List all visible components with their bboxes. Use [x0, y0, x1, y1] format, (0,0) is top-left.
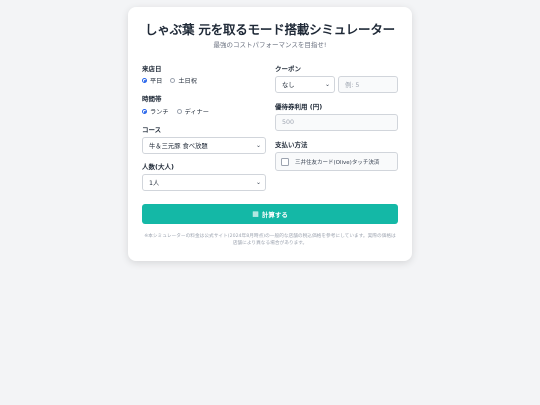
- calculator-icon: ▦: [252, 210, 259, 218]
- time-slot-label: 時間帯: [142, 95, 162, 103]
- course-select[interactable]: 牛＆三元豚 食べ放題 ⌄: [142, 137, 266, 154]
- people-label: 人数(大人): [142, 163, 174, 171]
- radio-lunch[interactable]: ランチ: [142, 107, 169, 116]
- coupon-select-value: なし: [282, 82, 295, 89]
- radio-weekend-dot[interactable]: [170, 78, 176, 83]
- people-select-value: 1人: [149, 180, 160, 187]
- voucher-input[interactable]: 500: [275, 114, 398, 131]
- radio-weekend[interactable]: 土日祝: [170, 76, 197, 85]
- calculate-button[interactable]: ▦ 計算する: [142, 204, 398, 224]
- course-label: コース: [142, 126, 162, 134]
- chevron-down-icon: ⌄: [255, 142, 261, 149]
- coupon-amount-placeholder: 例: 5: [345, 82, 360, 89]
- visit-day-radio-group: 平日 土日祝: [142, 76, 205, 85]
- payment-option-label: 三井住友カード(Olive)タッチ決済: [295, 159, 380, 166]
- radio-lunch-label: ランチ: [150, 109, 169, 116]
- payment-label: 支払い方法: [275, 141, 308, 149]
- radio-dinner[interactable]: ディナー: [176, 107, 209, 116]
- coupon-amount-input[interactable]: 例: 5: [338, 76, 398, 93]
- radio-weekend-label: 土日祝: [178, 78, 197, 85]
- radio-dinner-label: ディナー: [184, 109, 209, 116]
- radio-lunch-dot[interactable]: [142, 109, 147, 114]
- people-select[interactable]: 1人 ⌄: [142, 174, 266, 191]
- radio-weekday-label: 平日: [150, 78, 163, 85]
- radio-weekday-dot[interactable]: [142, 78, 147, 83]
- calculate-button-label: 計算する: [261, 211, 288, 219]
- coupon-select[interactable]: なし ⌄: [275, 76, 335, 93]
- voucher-placeholder: 500: [282, 119, 295, 126]
- radio-dinner-dot[interactable]: [176, 109, 182, 114]
- payment-checkbox[interactable]: [281, 157, 289, 166]
- page-subtitle: 最強のコストパフォーマンスを目指せ!: [213, 41, 327, 49]
- visit-day-label: 来店日: [142, 65, 162, 73]
- footnote: ※本シミュレーターの料金は公式サイト(2024年8月時点)の一般的な店舗の税込価…: [144, 234, 396, 246]
- coupon-label: クーポン: [275, 65, 301, 73]
- radio-weekday[interactable]: 平日: [142, 76, 162, 85]
- page-title: しゃぶ葉 元を取るモード搭載シミュレーター: [145, 22, 395, 37]
- time-slot-radio-group: ランチ ディナー: [142, 107, 217, 116]
- payment-option[interactable]: 三井住友カード(Olive)タッチ決済: [275, 152, 398, 171]
- chevron-down-icon: ⌄: [255, 179, 261, 186]
- voucher-label: 優待券利用 (円): [275, 103, 323, 111]
- course-select-value: 牛＆三元豚 食べ放題: [149, 143, 208, 150]
- simulator-card: しゃぶ葉 元を取るモード搭載シミュレーター 最強のコストパフォーマンスを目指せ!…: [128, 7, 412, 261]
- chevron-down-icon: ⌄: [324, 81, 330, 88]
